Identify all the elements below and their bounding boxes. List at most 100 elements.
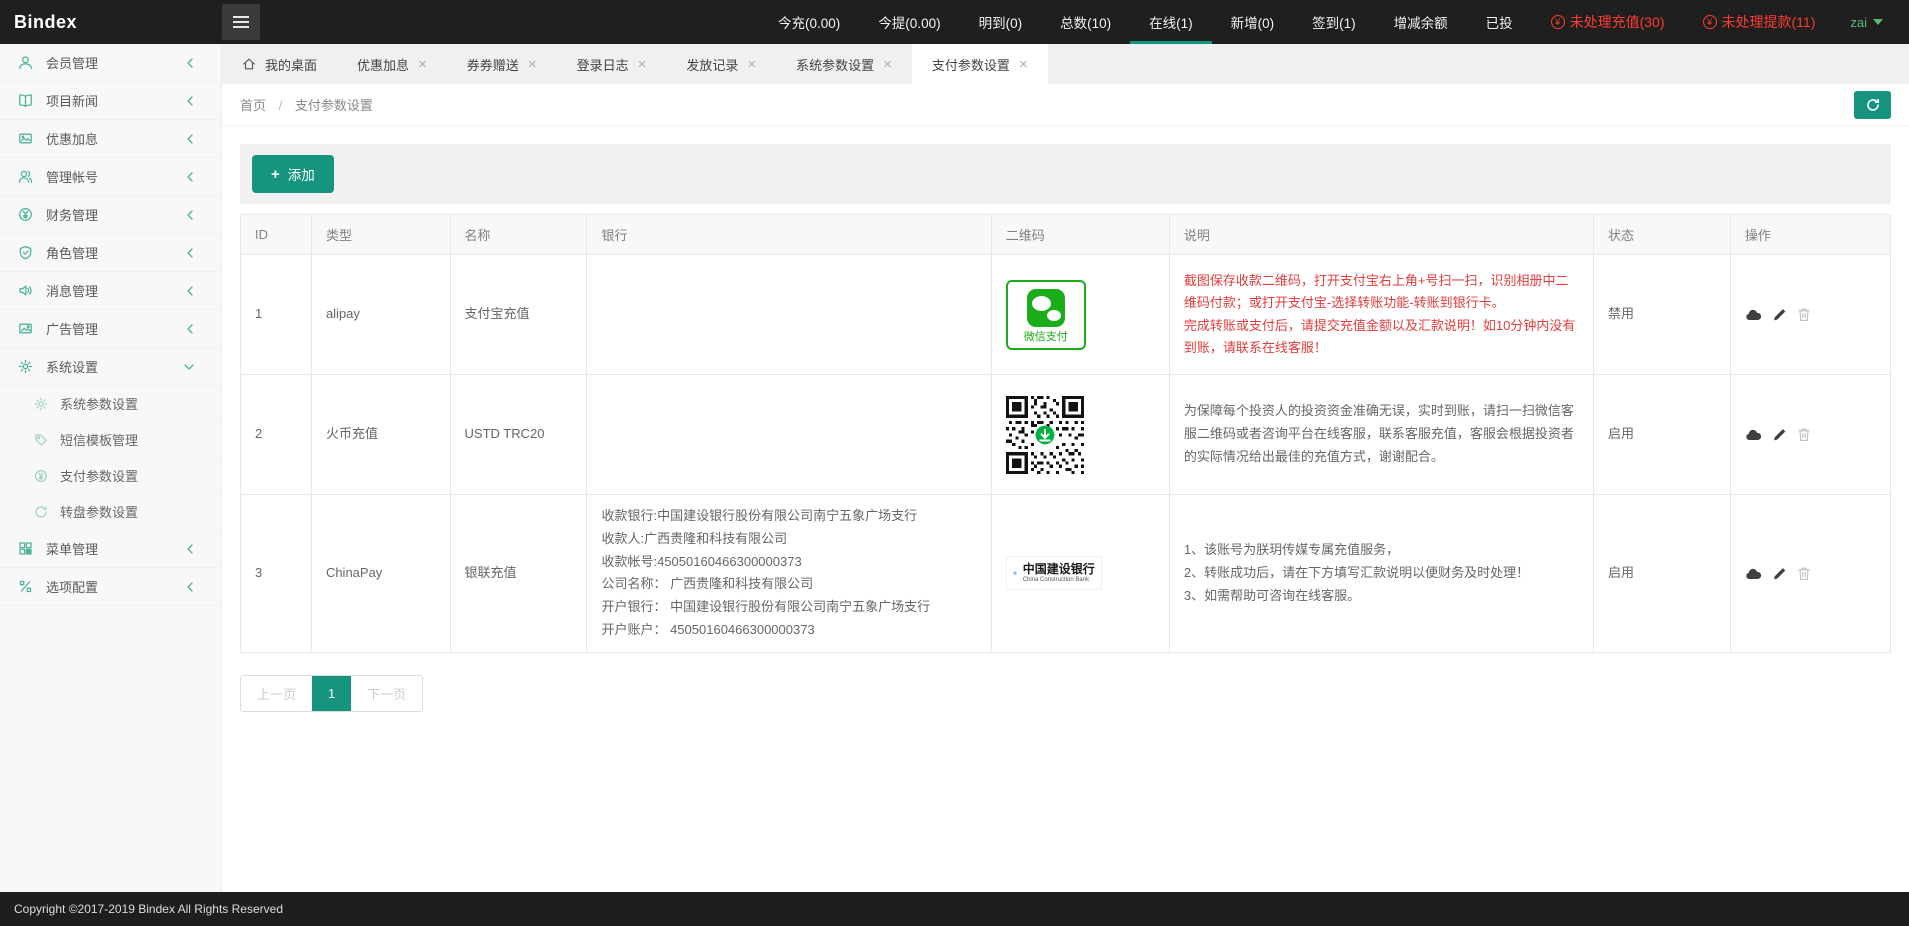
table-row: 3 ChinaPay 银联充值 收款银行:中国建设银行股份有限公司南宁五象广场支… (241, 495, 1891, 653)
description-line: 完成转账或支付后，请提交充值金额以及汇款说明！如10分钟内没有到账，请联系在线客… (1184, 315, 1579, 359)
delete-icon[interactable] (1797, 566, 1811, 581)
cell-description: 1、该账号为朕玥传媒专属充值服务， 2、转账成功后，请在下方填写汇款说明以便财务… (1169, 495, 1593, 653)
pagination-prev-button[interactable]: 上一页 (241, 676, 312, 711)
card-icon (18, 131, 33, 146)
alert-pending-recharge[interactable]: ¥ 未处理充值(30) (1532, 0, 1684, 44)
tab-label: 登录日志 (577, 55, 629, 74)
refresh-button[interactable] (1854, 91, 1891, 119)
sidebar-item-options-config[interactable]: 选项配置 (0, 568, 221, 606)
table-row: 2 火币充值 USTD TRC20 (241, 375, 1891, 495)
brand-logo[interactable]: Bindex (0, 0, 222, 44)
cell-actions (1730, 375, 1890, 495)
topbar: Bindex 今充(0.00) 今提(0.00) 明到(0) 总数(10) 在线… (0, 0, 1909, 44)
edit-icon[interactable] (1772, 566, 1787, 581)
app-window: Bindex 今充(0.00) 今提(0.00) 明到(0) 总数(10) 在线… (0, 0, 1909, 926)
cell-status: 启用 (1593, 375, 1730, 495)
tabbar: 我的桌面 优惠加息 × 券券赠送 × 登录日志 × 发放记录 × (222, 44, 1909, 84)
stat-balance-adjust[interactable]: 增减余额 (1375, 0, 1467, 44)
sidebar-item-project-news[interactable]: 项目新闻 (0, 82, 221, 120)
close-icon[interactable]: × (418, 56, 427, 73)
cloud-icon[interactable] (1745, 566, 1762, 581)
stat-total[interactable]: 总数(10) (1041, 0, 1130, 44)
yuan-circle-icon: ¥ (1703, 15, 1717, 29)
sidebar-item-promo-interest[interactable]: 优惠加息 (0, 120, 221, 158)
tab-label: 我的桌面 (265, 55, 317, 74)
stat-signin[interactable]: 签到(1) (1293, 0, 1375, 44)
ccb-bank-name-en: China Construction Bank (1023, 577, 1095, 584)
footer: Copyright ©2017-2019 Bindex All Rights R… (0, 892, 1909, 926)
sidebar-item-members[interactable]: 会员管理 (0, 44, 221, 82)
sidebar-item-admin-accounts[interactable]: 管理帐号 (0, 158, 221, 196)
pagination-page-1[interactable]: 1 (312, 676, 351, 711)
sidebar-item-system-settings[interactable]: 系统设置 (0, 348, 221, 386)
cell-id: 1 (241, 255, 312, 375)
cell-description: 截图保存收款二维码，打开支付宝右上角+号扫一扫，识别相册中二维码付款；或打开支付… (1169, 255, 1593, 375)
tab-payment-params[interactable]: 支付参数设置 × (912, 44, 1048, 84)
chevron-left-icon (185, 543, 195, 555)
sidebar-item-finance[interactable]: 财务管理 (0, 196, 221, 234)
col-header-status: 状态 (1593, 215, 1730, 255)
close-icon[interactable]: × (528, 56, 537, 73)
sidebar-item-roles[interactable]: 角色管理 (0, 234, 221, 272)
users-icon (18, 169, 33, 184)
alert-pending-withdraw[interactable]: ¥ 未处理提款(11) (1684, 0, 1835, 44)
col-header-name: 名称 (450, 215, 587, 255)
add-button[interactable]: + 添加 (252, 155, 334, 193)
chevron-left-icon (185, 247, 195, 259)
sidebar-subitem-sms-templates[interactable]: 短信模板管理 (0, 422, 221, 458)
tab-system-params[interactable]: 系统参数设置 × (776, 44, 912, 84)
payments-table: ID 类型 名称 银行 二维码 说明 状态 操作 1 (240, 214, 1891, 653)
bank-line: 收款帐号:45050160466300000373 (601, 551, 976, 574)
sidebar-item-ads[interactable]: 广告管理 (0, 310, 221, 348)
stat-invested[interactable]: 已投 (1467, 0, 1532, 44)
stat-today-withdraw[interactable]: 今提(0.00) (859, 0, 959, 44)
cell-name: 银联充值 (450, 495, 587, 653)
hamburger-icon[interactable] (222, 4, 260, 40)
edit-icon[interactable] (1772, 307, 1787, 322)
bank-line: 开户账户： 45050160466300000373 (601, 619, 976, 642)
stat-today-recharge[interactable]: 今充(0.00) (759, 0, 859, 44)
sidebar-item-menu-management[interactable]: 菜单管理 (0, 530, 221, 568)
edit-icon[interactable] (1772, 427, 1787, 442)
user-menu[interactable]: zai (1834, 0, 1899, 44)
pagination-next-button[interactable]: 下一页 (351, 676, 422, 711)
chevron-left-icon (185, 581, 195, 593)
close-icon[interactable]: × (747, 56, 756, 73)
close-icon[interactable]: × (1019, 56, 1028, 73)
sidebar-item-messages[interactable]: 消息管理 (0, 272, 221, 310)
ccb-mark-icon (1013, 563, 1017, 583)
stat-new[interactable]: 新增(0) (1212, 0, 1294, 44)
shield-icon (18, 245, 33, 260)
home-icon (242, 57, 256, 71)
cell-name: 支付宝充值 (450, 255, 587, 375)
cloud-icon[interactable] (1745, 307, 1762, 322)
tab-promo-interest[interactable]: 优惠加息 × (337, 44, 447, 84)
add-button-label: 添加 (288, 164, 315, 184)
tab-label: 支付参数设置 (932, 55, 1010, 74)
topbar-stats: 今充(0.00) 今提(0.00) 明到(0) 总数(10) 在线(1) 新增(… (260, 0, 1909, 44)
sidebar-subitem-payment-params[interactable]: 支付参数设置 (0, 458, 221, 494)
sidebar-subitem-wheel-params[interactable]: 转盘参数设置 (0, 494, 221, 530)
cloud-icon[interactable] (1745, 427, 1762, 442)
delete-icon[interactable] (1797, 307, 1811, 322)
cell-name: USTD TRC20 (450, 375, 587, 495)
tab-login-log[interactable]: 登录日志 × (557, 44, 667, 84)
delete-icon[interactable] (1797, 427, 1811, 442)
tab-grant-records[interactable]: 发放记录 × (666, 44, 776, 84)
description-line: 为保障每个投资人的投资资金准确无误，实时到账，请扫一扫微信客服二维码或者咨询平台… (1184, 400, 1579, 468)
tab-my-desktop[interactable]: 我的桌面 (222, 44, 337, 84)
stat-tomorrow-due[interactable]: 明到(0) (960, 0, 1042, 44)
tab-label: 优惠加息 (357, 55, 409, 74)
alert-label: 未处理提款(11) (1722, 12, 1816, 32)
image-icon (18, 321, 33, 336)
stat-online[interactable]: 在线(1) (1130, 0, 1212, 44)
sidebar-subitem-system-params[interactable]: 系统参数设置 (0, 386, 221, 422)
tab-coupon-gift[interactable]: 券券赠送 × (447, 44, 557, 84)
close-icon[interactable]: × (883, 56, 892, 73)
breadcrumb-home[interactable]: 首页 (240, 98, 266, 113)
yuan-icon (34, 469, 48, 483)
breadcrumb-bar: 首页 / 支付参数设置 (222, 84, 1909, 126)
close-icon[interactable]: × (638, 56, 647, 73)
tab-label: 发放记录 (686, 55, 738, 74)
cell-id: 2 (241, 375, 312, 495)
